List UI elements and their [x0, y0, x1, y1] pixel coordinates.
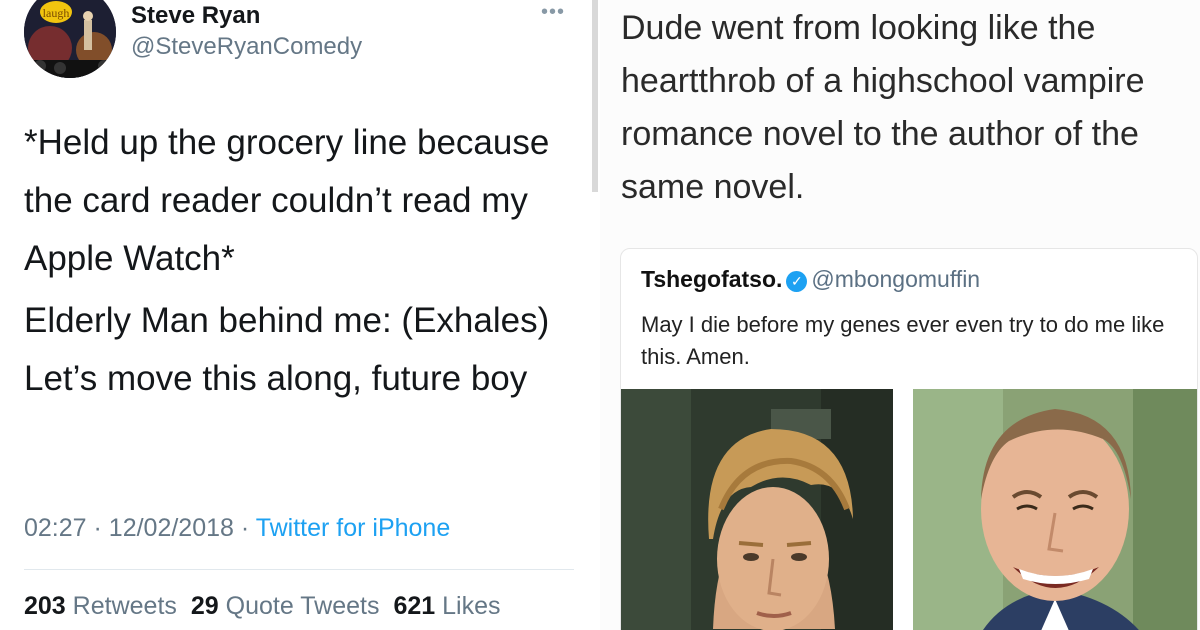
tweet-date[interactable]: 12/02/2018: [109, 514, 234, 542]
author-handle[interactable]: @SteveRyanComedy: [131, 33, 362, 61]
tweet-source-link[interactable]: Twitter for iPhone: [256, 514, 451, 542]
quoted-author-name[interactable]: Tshegofatso.: [641, 266, 782, 292]
meta-separator: ·: [240, 514, 256, 542]
retweets-label: Retweets: [72, 592, 177, 620]
likes-count: 621: [393, 592, 436, 620]
quotes-label: Quote Tweets: [225, 592, 380, 620]
tweet-paragraph: Elderly Man behind me: (Exhales) Let’s m…: [24, 301, 550, 398]
likes-label: Likes: [442, 592, 501, 620]
panel-separator: [592, 0, 598, 192]
svg-text:laugh: laugh: [43, 6, 70, 20]
older-man-photo: [913, 389, 1197, 630]
author-name[interactable]: Steve Ryan: [131, 2, 260, 30]
quoted-author-handle[interactable]: @mbongomuffin: [811, 266, 980, 292]
retweets-count: 203: [24, 592, 66, 620]
meme-panel: Dude went from looking like the heartthr…: [600, 0, 1200, 630]
meta-separator: ·: [93, 514, 109, 542]
quoted-tweet-header: Tshegofatso. ✓ @mbongomuffin: [641, 266, 980, 293]
verified-badge-icon: ✓: [786, 271, 808, 292]
tweet-time[interactable]: 02:27: [24, 514, 87, 542]
young-man-photo: [621, 389, 893, 630]
tweet-text: *Held up the grocery line because the ca…: [24, 114, 584, 408]
tweet-card: laugh Steve Ryan @SteveRyanComedy ••• *H…: [0, 0, 590, 630]
more-dots-icon[interactable]: •••: [541, 1, 565, 24]
quoted-tweet[interactable]: Tshegofatso. ✓ @mbongomuffin May I die bef…: [620, 248, 1198, 630]
avatar[interactable]: laugh: [24, 0, 116, 78]
retweets-stat[interactable]: 203 Retweets: [24, 592, 177, 620]
tweet-stats: 203 Retweets 29 Quote Tweets 621 Likes: [24, 592, 501, 621]
quoted-tweet-text: May I die before my genes ever even try …: [641, 312, 1165, 369]
quotes-stat[interactable]: 29 Quote Tweets: [191, 592, 380, 620]
divider: [24, 569, 574, 570]
meme-caption: Dude went from looking like the heartthr…: [621, 9, 1145, 206]
quotes-count: 29: [190, 592, 219, 620]
likes-stat[interactable]: 621 Likes: [393, 592, 500, 620]
tweet-paragraph: *Held up the grocery line because the ca…: [24, 123, 550, 278]
tweet-meta: 02:27 · 12/02/2018 · Twitter for iPhone: [24, 514, 450, 543]
